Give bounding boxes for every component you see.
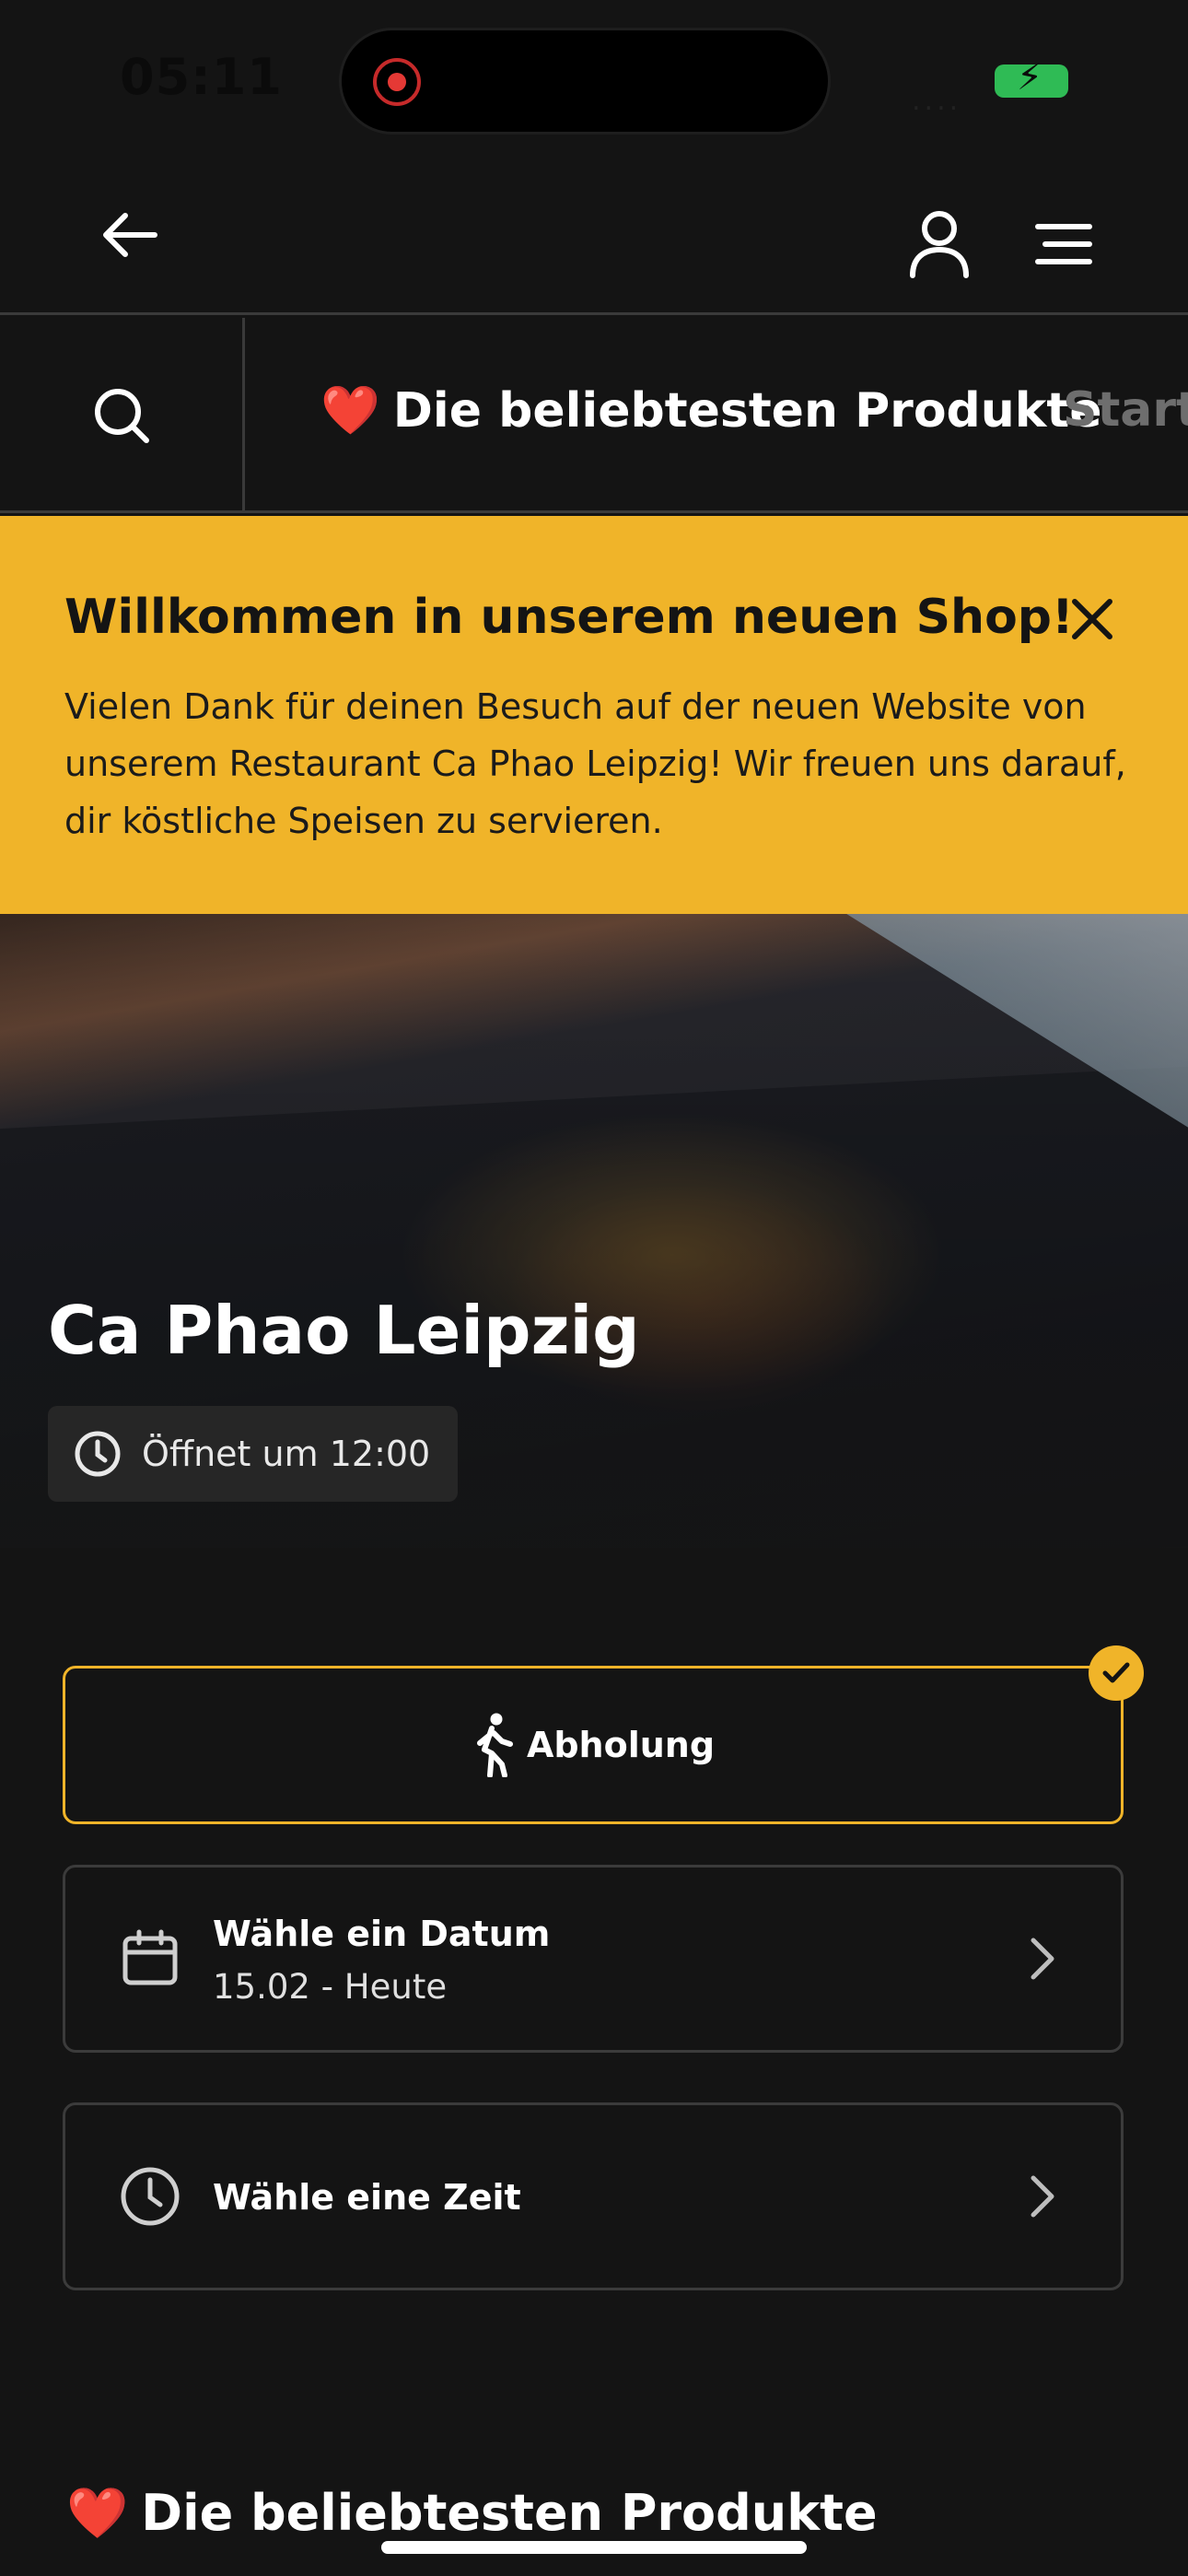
screen-recording-icon (373, 58, 421, 106)
menu-button[interactable] (1022, 203, 1105, 286)
pickup-label: Abholung (526, 1725, 716, 1765)
signal-icon: .... (912, 85, 962, 117)
section-title-text: Die beliebtesten Produkte (141, 2484, 878, 2542)
banner-close-button[interactable] (1059, 586, 1125, 652)
status-time: 05:11 (120, 48, 283, 106)
arrow-left-icon (103, 213, 157, 257)
banner-title: Willkommen in unserem neuen Shop! (64, 590, 1074, 645)
restaurant-name: Ca Phao Leipzig (48, 1292, 640, 1369)
welcome-banner: Willkommen in unserem neuen Shop! Vielen… (0, 516, 1188, 914)
status-bar: 05:11 .... ⚡ (0, 0, 1188, 157)
selected-check-icon (1089, 1645, 1144, 1701)
category-tab-starters[interactable]: Starte (1063, 382, 1188, 438)
date-picker-option[interactable]: Wähle ein Datum 15.02 - Heute (63, 1865, 1124, 2053)
search-icon (94, 389, 149, 443)
close-icon (1072, 599, 1112, 639)
pickup-option[interactable]: Abholung (63, 1666, 1124, 1824)
category-bar: ❤️Die beliebtesten Produkte Starte (0, 318, 1188, 513)
date-value: 15.02 - Heute (213, 1967, 448, 2007)
chevron-right-icon (1019, 2169, 1066, 2224)
chevron-right-icon (1019, 1931, 1066, 1986)
clock-icon (117, 2163, 183, 2230)
home-indicator[interactable] (381, 2541, 807, 2554)
walking-person-icon (476, 1713, 513, 1777)
top-nav (0, 157, 1188, 315)
section-title-popular: ❤️ Die beliebtesten Produkte (66, 2484, 878, 2543)
time-picker-option[interactable]: Wähle eine Zeit (63, 2102, 1124, 2290)
back-button[interactable] (88, 193, 171, 276)
restaurant-hero: Ca Phao Leipzig Öffnet um 12:00 (0, 914, 1188, 1548)
category-tab-label: Die beliebtesten Produkte (392, 383, 1102, 439)
category-tab-label: Starte (1063, 382, 1188, 438)
opening-status-text: Öffnet um 12:00 (142, 1434, 431, 1474)
time-label: Wähle eine Zeit (213, 2177, 521, 2218)
page: 05:11 .... ⚡ ❤️ Die beliebtesten Produkt… (0, 0, 1188, 2576)
dynamic-island (339, 28, 831, 135)
battery-charging-icon: ⚡ (995, 59, 1068, 98)
category-search-button[interactable] (0, 318, 245, 513)
category-tab-popular[interactable]: ❤️ Die beliebtesten Produkte (320, 382, 1102, 439)
heart-icon: ❤️ (320, 383, 380, 439)
account-button[interactable] (898, 203, 981, 286)
opening-status-badge: Öffnet um 12:00 (48, 1406, 459, 1502)
heart-icon: ❤️ (66, 2484, 129, 2542)
clock-icon (75, 1431, 121, 1477)
calendar-icon (117, 1926, 183, 1992)
user-icon (910, 211, 969, 278)
date-label: Wähle ein Datum (213, 1914, 551, 1954)
banner-text: Vielen Dank für deinen Besuch auf der ne… (64, 686, 1126, 841)
menu-icon (1035, 224, 1092, 264)
